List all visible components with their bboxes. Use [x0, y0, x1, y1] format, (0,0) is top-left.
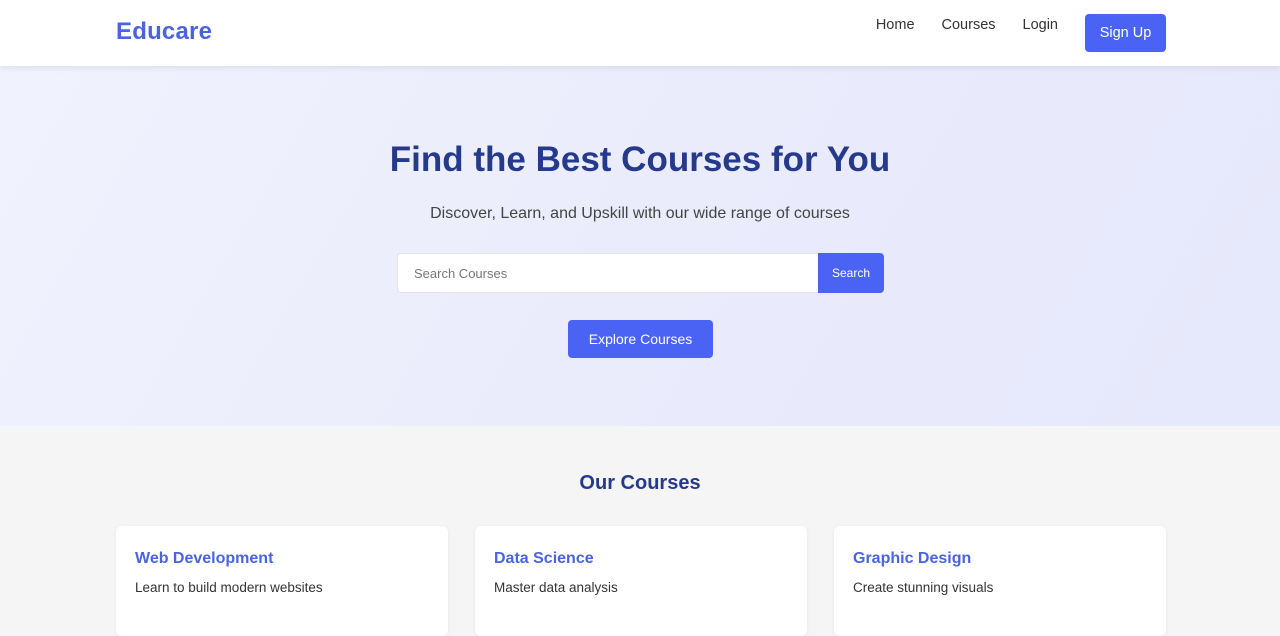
- courses-section: Our Courses Web Development Learn to bui…: [0, 426, 1280, 636]
- search-button[interactable]: Search: [818, 253, 884, 293]
- nav-link-courses[interactable]: Courses: [942, 17, 996, 33]
- course-card-data-science[interactable]: Data Science Master data analysis: [475, 526, 807, 636]
- brand-logo[interactable]: Educare: [116, 18, 212, 46]
- hero-section: Find the Best Courses for You Discover, …: [0, 66, 1280, 426]
- course-card-title: Graphic Design: [853, 550, 972, 567]
- site-header: Educare Home Courses Login Sign Up: [0, 0, 1280, 66]
- course-card-title: Data Science: [494, 550, 594, 567]
- courses-title: Our Courses: [579, 472, 701, 494]
- course-card-description: Create stunning visuals: [853, 580, 994, 595]
- course-card-description: Master data analysis: [494, 580, 618, 595]
- course-card-graphic-design[interactable]: Graphic Design Create stunning visuals: [834, 526, 1166, 636]
- hero-title: Find the Best Courses for You: [389, 140, 891, 179]
- signup-button[interactable]: Sign Up: [1085, 14, 1166, 52]
- search-input[interactable]: [397, 253, 818, 293]
- course-card-description: Learn to build modern websites: [135, 580, 323, 595]
- nav-link-home[interactable]: Home: [876, 17, 915, 33]
- main-nav: Home Courses Login Sign Up: [876, 14, 1166, 52]
- explore-courses-button[interactable]: Explore Courses: [568, 320, 713, 358]
- hero-subtitle: Discover, Learn, and Upskill with our wi…: [430, 205, 850, 222]
- course-card-title: Web Development: [135, 550, 274, 567]
- search-bar: Search: [397, 253, 884, 293]
- nav-link-login[interactable]: Login: [1023, 17, 1058, 33]
- course-card-web-development[interactable]: Web Development Learn to build modern we…: [116, 526, 448, 636]
